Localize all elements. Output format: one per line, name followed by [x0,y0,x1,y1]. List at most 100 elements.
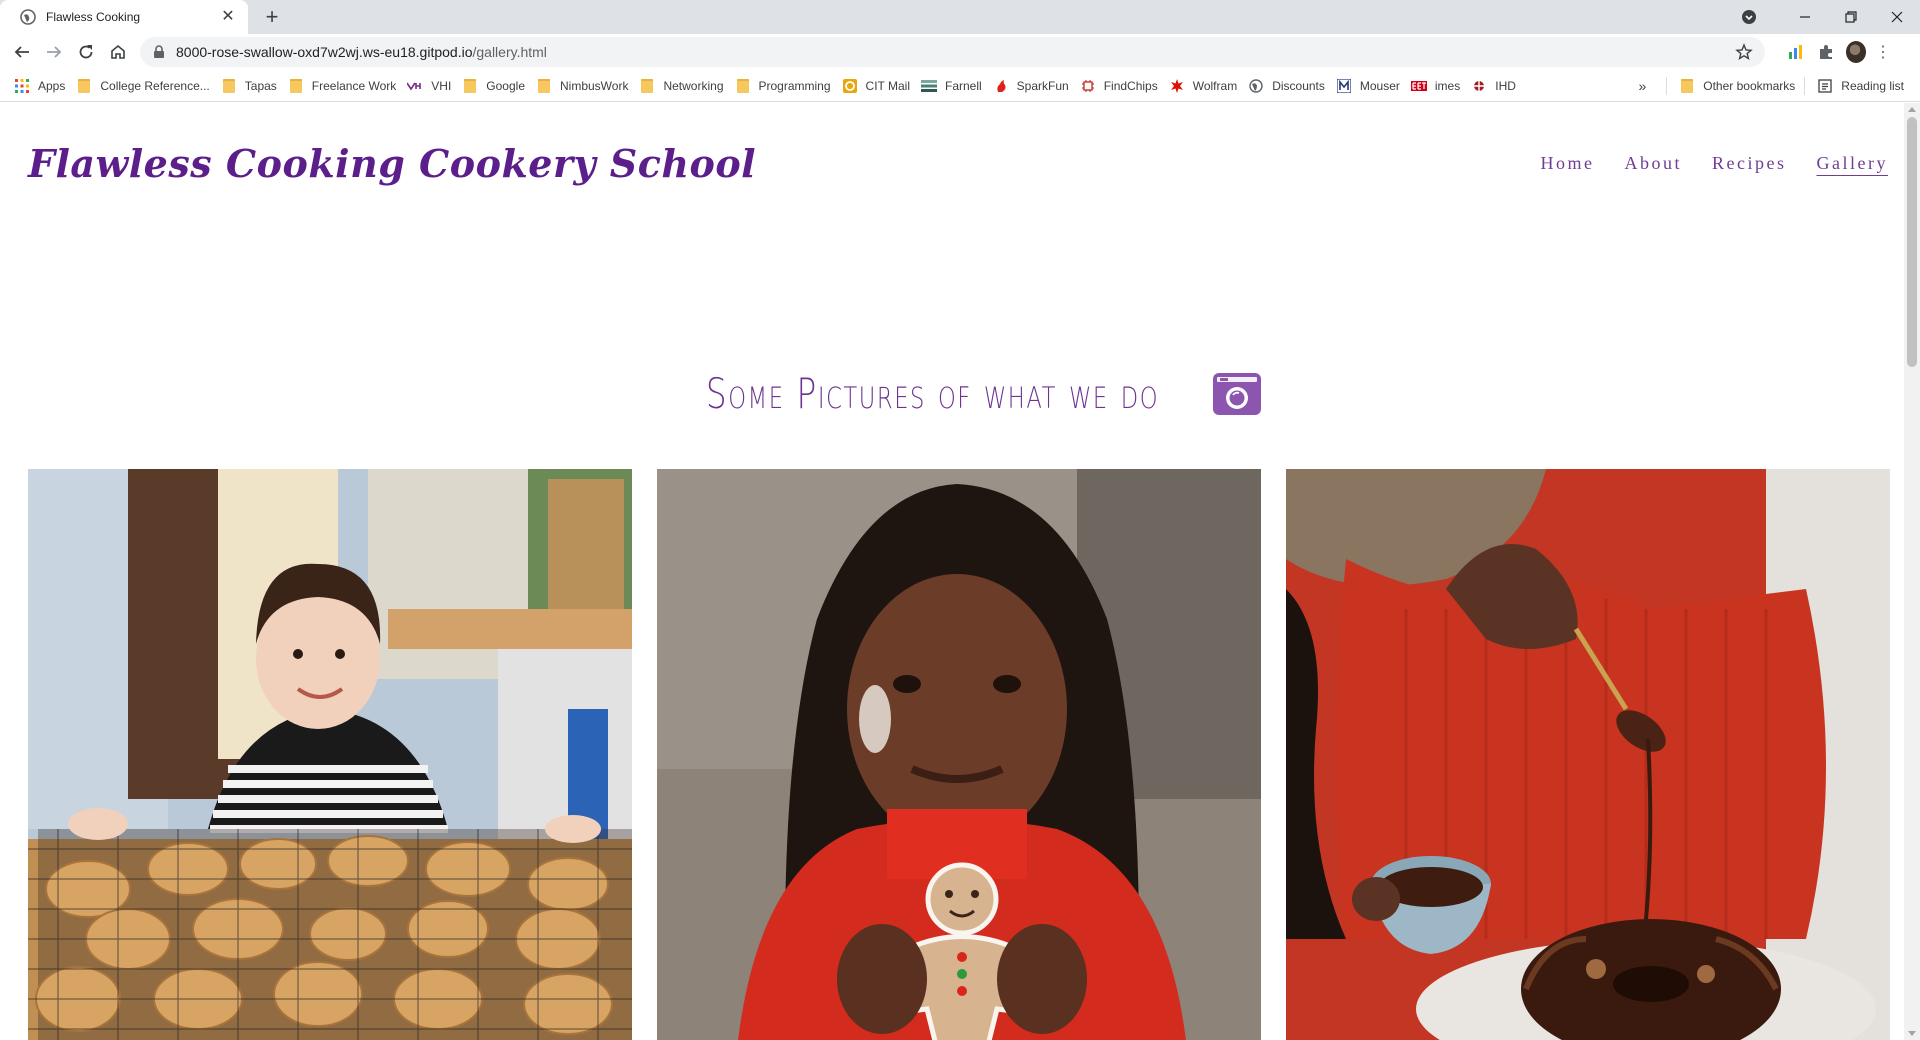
profile-avatar-icon[interactable] [1846,41,1866,63]
address-bar[interactable]: 8000-rose-swallow-oxd7w2wj.ws-eu18.gitpo… [140,37,1765,67]
bookmark-label: Networking [663,78,724,93]
scroll-thumb[interactable] [1907,117,1917,367]
bookmark-label: Apps [38,78,66,93]
scroll-up-arrow-icon[interactable] [1908,107,1916,112]
folder-icon [288,78,304,94]
other-bookmarks[interactable]: Other bookmarks [1677,73,1804,99]
bookmark-label: Freelance Work [311,78,397,93]
page-scrollbar[interactable] [1904,103,1920,1040]
folder-icon [76,78,92,94]
ihd-icon [1471,78,1487,94]
browser-toolbar: 8000-rose-swallow-oxd7w2wj.ws-eu18.gitpo… [0,34,1920,70]
bookmark-imes[interactable]: imes [1409,73,1469,99]
bookmark-college-reference[interactable]: College Reference... [74,73,218,99]
bookmark-networking[interactable]: Networking [637,73,732,99]
bookmarks-right: » Other bookmarks Reading list [1638,70,1920,102]
bookmark-cit-mail[interactable]: CIT Mail [840,73,919,99]
bookmark-mouser[interactable]: Mouser [1334,73,1409,99]
bookmark-label: Mouser [1359,78,1400,93]
bookmark-ihd[interactable]: IHD [1469,73,1525,99]
bookmarks-bar: Apps College Reference... Tapas Freelanc… [0,70,1920,102]
reload-icon[interactable] [72,38,100,66]
bookmark-label: Discounts [1272,78,1325,93]
bookmark-label: SparkFun [1016,78,1069,93]
bookmark-label: Tapas [244,78,277,93]
scroll-down-arrow-icon[interactable] [1908,1031,1916,1036]
puzzle-extensions-icon[interactable] [1816,42,1836,62]
more-menu-icon[interactable]: ⋮ [1875,42,1891,62]
camera-icon [1212,372,1262,416]
bookmark-label: imes [1434,78,1461,93]
folder-icon [221,78,237,94]
url-host: 8000-rose-swallow-oxd7w2wj.ws-eu18.gitpo… [176,44,473,60]
gallery-photo-cookies[interactable] [28,469,632,1040]
nav-link-gallery[interactable]: Gallery [1817,153,1888,174]
farnell-icon [920,78,937,94]
bookmark-freelance-work[interactable]: Freelance Work [286,73,405,99]
reading-list[interactable]: Reading list [1815,73,1920,99]
bookmark-label: NimbusWork [560,78,629,93]
other-bookmarks-label: Other bookmarks [1703,79,1796,93]
bookmark-discounts[interactable]: Discounts [1246,73,1334,99]
forward-icon[interactable] [40,38,68,66]
gallery-photo-gingerbread[interactable] [657,469,1261,1040]
restore-icon[interactable] [1828,0,1874,34]
bookmark-nimbuswork[interactable]: NimbusWork [534,73,637,99]
close-window-icon[interactable] [1874,0,1920,34]
minimize-icon[interactable] [1782,0,1828,34]
back-icon[interactable] [8,38,36,66]
vhi-icon [407,78,423,94]
bookmark-label: FindChips [1103,78,1158,93]
bookmark-star-icon[interactable] [1735,43,1753,61]
tab-flawless-cooking[interactable]: Flawless Cooking ✕ [0,0,248,34]
bookmark-apps[interactable]: Apps [12,73,74,99]
bookmark-farnell[interactable]: Farnell [919,73,991,99]
wolfram-icon [1169,78,1185,94]
site-brand-logo[interactable]: Flawless Cooking Cookery School [28,141,756,186]
close-tab-icon[interactable]: ✕ [220,9,236,25]
nav-link-recipes[interactable]: Recipes [1712,153,1786,174]
apps-grid-icon [14,78,30,94]
globe-icon [1248,78,1264,94]
more-bookmarks-chevron[interactable]: » [1638,78,1646,94]
folder-icon [536,78,552,94]
sparkfun-icon [993,78,1009,94]
bookmark-vhi[interactable]: VHI [405,73,460,99]
home-icon[interactable] [104,38,132,66]
bookmarks-divider [1804,77,1806,95]
bookmark-label: IHD [1495,78,1516,93]
bookmark-label: Programming [758,78,831,93]
folder-icon [639,78,655,94]
tab-title: Flawless Cooking [46,10,141,24]
bookmark-google[interactable]: Google [460,73,534,99]
globe-icon [20,9,36,25]
bookmark-label: CIT Mail [865,78,910,93]
bookmarks-divider [1666,77,1668,95]
folder-icon [735,78,751,94]
nav-link-about[interactable]: About [1625,153,1683,174]
web-page: Flawless Cooking Cookery School Home Abo… [0,103,1904,1040]
nav-link-home[interactable]: Home [1541,153,1595,174]
bookmark-programming[interactable]: Programming [733,73,840,99]
bookmark-label: Farnell [944,78,982,93]
bookmark-wolfram[interactable]: Wolfram [1167,73,1246,99]
bookmark-label: College Reference... [100,78,210,93]
gallery-heading: Some Pictures of what we do [0,369,1904,418]
reading-list-label: Reading list [1841,79,1904,93]
url-path: /gallery.html [472,44,547,60]
reading-list-icon [1817,78,1833,94]
new-tab-icon[interactable]: + [258,4,286,32]
bookmark-label: VHI [431,78,452,93]
bookmark-sparkfun[interactable]: SparkFun [991,73,1078,99]
lock-icon[interactable] [152,45,166,59]
bookmark-findchips[interactable]: FindChips [1078,73,1167,99]
bookmark-label: Wolfram [1192,78,1238,93]
folder-icon [462,78,478,94]
gallery-photo-chocolate-cake[interactable] [1286,469,1890,1040]
bookmark-tapas[interactable]: Tapas [219,73,286,99]
findchips-icon [1080,78,1096,94]
mail-icon [842,78,858,94]
chart-extension-icon[interactable] [1786,42,1806,62]
window-controls [1738,0,1920,34]
tab-search-icon[interactable] [1738,6,1760,28]
